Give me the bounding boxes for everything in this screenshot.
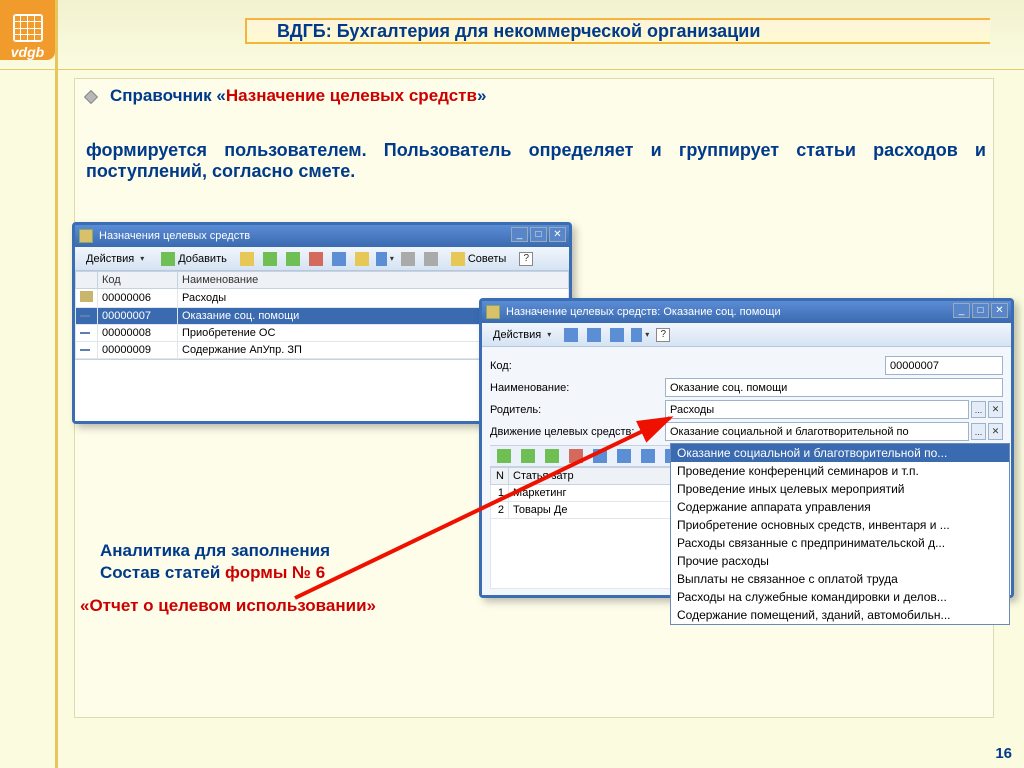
maximize-button[interactable]: □ [972, 303, 989, 318]
body-text: формируется пользователем. Пользователь … [86, 140, 986, 182]
copy-icon [263, 252, 277, 266]
dropdown-option[interactable]: Оказание социальной и благотворительной … [671, 444, 1009, 462]
plus-icon [497, 449, 511, 463]
slide-title: ВДГБ: Бухгалтерия для некоммерческой орг… [245, 18, 990, 44]
sub-add[interactable] [494, 447, 514, 465]
help-button[interactable]: ? [516, 250, 536, 268]
select-button[interactable]: ... [971, 401, 986, 418]
dropdown-option[interactable]: Расходы на служебные командировки и дело… [671, 588, 1009, 606]
add-button[interactable]: Добавить [154, 249, 234, 269]
dropdown-option[interactable]: Расходы связанные с предпринимательской … [671, 534, 1009, 552]
sort-asc-icon [641, 449, 655, 463]
vdgb-logo: vdgb [0, 0, 55, 60]
bottom-text: Аналитика для заполнения Состав статей ф… [100, 540, 330, 584]
movement-field[interactable]: Оказание социальной и благотворительной … [665, 422, 969, 441]
actions-menu[interactable]: Действия [79, 250, 151, 268]
logo-text: vdgb [11, 44, 44, 60]
item-icon [80, 332, 90, 334]
window-icon [486, 305, 500, 319]
edit-button[interactable] [283, 250, 303, 268]
copy-button[interactable] [260, 250, 280, 268]
clear-filter-button[interactable] [421, 250, 441, 268]
filter-button[interactable] [398, 250, 418, 268]
movement-label: Движение целевых средств: [490, 426, 665, 438]
bulb-icon [451, 252, 465, 266]
dropdown-option[interactable]: Проведение иных целевых мероприятий [671, 480, 1009, 498]
goto-button[interactable] [630, 326, 650, 344]
page-number: 16 [995, 745, 1012, 762]
dropdown-option[interactable]: Приобретение основных средств, инвентаря… [671, 516, 1009, 534]
item-icon [80, 349, 90, 351]
save-icon [610, 328, 624, 342]
sub-del[interactable] [566, 447, 586, 465]
help-icon: ? [519, 252, 533, 266]
arrow-left-icon [564, 328, 578, 342]
name-label: Наименование: [490, 382, 665, 394]
minimize-button[interactable]: _ [953, 303, 970, 318]
goto-icon [631, 328, 642, 342]
dropdown-option[interactable]: Проведение конференций семинаров и т.п. [671, 462, 1009, 480]
arrow-down-icon [617, 449, 631, 463]
catalog-window-title[interactable]: Назначения целевых средств _ □ ✕ [75, 225, 569, 247]
actions-menu[interactable]: Действия [486, 326, 558, 344]
maximize-button[interactable]: □ [530, 227, 547, 242]
advice-button[interactable]: Советы [444, 249, 513, 269]
sub-sort1[interactable] [638, 447, 658, 465]
item-icon [80, 315, 90, 317]
help-button[interactable]: ? [653, 326, 673, 344]
delete-button[interactable] [306, 250, 326, 268]
hierarchy-button[interactable] [329, 250, 349, 268]
item-form-title[interactable]: Назначение целевых средств: Оказание соц… [482, 301, 1011, 323]
code-label: Код: [490, 360, 665, 372]
item-form-toolbar: Действия ? [482, 323, 1011, 347]
parent-label: Родитель: [490, 404, 665, 416]
code-field[interactable]: 00000007 [885, 356, 1003, 375]
folder-icon [80, 291, 93, 302]
sub-edit[interactable] [542, 447, 562, 465]
sub-up[interactable] [590, 447, 610, 465]
dropdown-option[interactable]: Выплаты не связанное с оплатой труда [671, 570, 1009, 588]
dropdown-option[interactable]: Содержание помещений, зданий, автомобиль… [671, 606, 1009, 624]
abacus-icon [13, 14, 43, 42]
help-icon: ? [656, 328, 670, 342]
filter-icon [401, 252, 415, 266]
plus-icon [161, 252, 175, 266]
clear-button[interactable]: ✕ [988, 423, 1003, 440]
folder-plus-icon [240, 252, 254, 266]
save-button[interactable] [607, 326, 627, 344]
move-button[interactable] [352, 250, 372, 268]
tree-icon [332, 252, 346, 266]
close-button[interactable]: ✕ [991, 303, 1008, 318]
slide-left-deco [55, 0, 58, 768]
arrow-up-icon [593, 449, 607, 463]
sub-down[interactable] [614, 447, 634, 465]
clear-icon [424, 252, 438, 266]
movement-dropdown[interactable]: Оказание социальной и благотворительной … [670, 443, 1010, 625]
minimize-button[interactable]: _ [511, 227, 528, 242]
prev-button[interactable] [561, 326, 581, 344]
goto-icon [376, 252, 387, 266]
move-icon [355, 252, 369, 266]
copy-icon [521, 449, 535, 463]
window-icon [79, 229, 93, 243]
goto-button[interactable] [375, 250, 395, 268]
clear-button[interactable]: ✕ [988, 401, 1003, 418]
sub-copy[interactable] [518, 447, 538, 465]
edit-icon [286, 252, 300, 266]
parent-field[interactable]: Расходы [665, 400, 969, 419]
delete-icon [569, 449, 583, 463]
name-field[interactable]: Оказание соц. помощи [665, 378, 1003, 397]
close-button[interactable]: ✕ [549, 227, 566, 242]
select-button[interactable]: ... [971, 423, 986, 440]
next-button[interactable] [584, 326, 604, 344]
heading: Справочник «Назначение целевых средств» [110, 86, 486, 106]
delete-icon [309, 252, 323, 266]
bottom-overlap-text: «Отчет о целевом использовании» [80, 596, 376, 616]
dropdown-option[interactable]: Прочие расходы [671, 552, 1009, 570]
edit-icon [545, 449, 559, 463]
dropdown-option[interactable]: Содержание аппарата управления [671, 498, 1009, 516]
add-group-button[interactable] [237, 250, 257, 268]
arrow-right-icon [587, 328, 601, 342]
catalog-toolbar: Действия Добавить Советы ? [75, 247, 569, 271]
